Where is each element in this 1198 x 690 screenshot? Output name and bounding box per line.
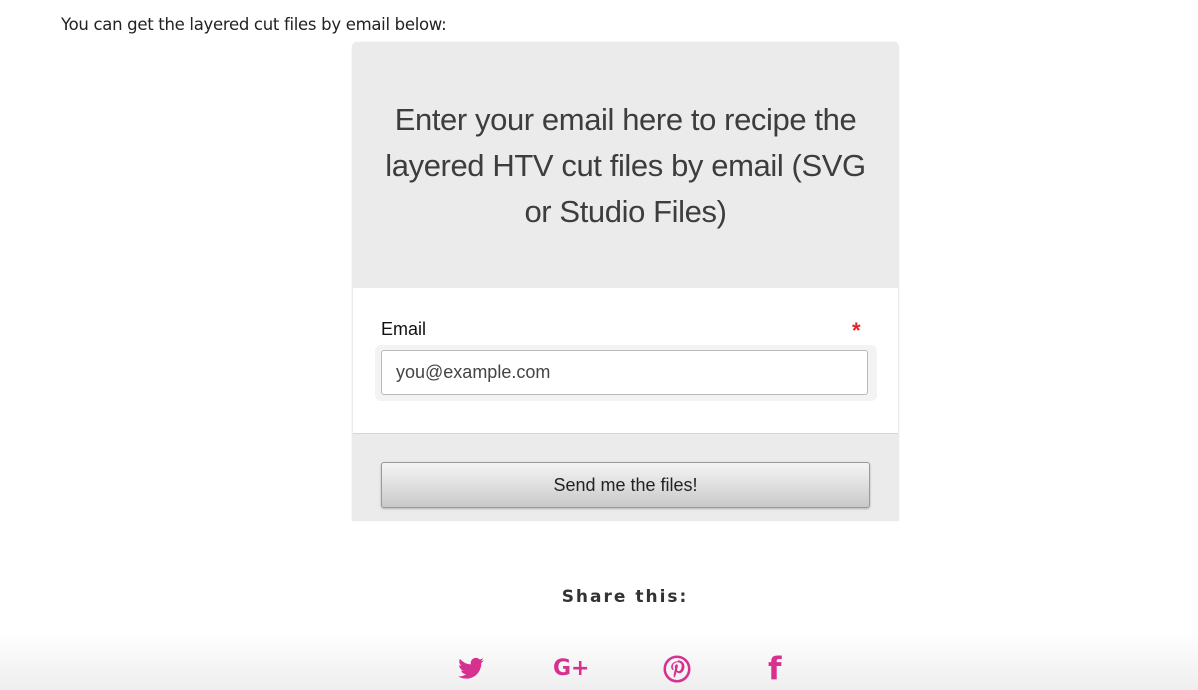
form-body: Email * [353,288,898,434]
email-label: Email [381,319,427,339]
email-input[interactable] [381,350,868,395]
email-signup-form: Enter your email here to recipe the laye… [352,42,899,521]
share-title: Share this: [561,587,689,607]
send-files-button[interactable]: Send me the files! [381,462,870,508]
share-bar: G+ f [0,632,1198,690]
intro-text: You can get the layered cut files by ema… [61,15,447,34]
google-plus-icon[interactable]: G+ [553,654,597,684]
facebook-icon[interactable]: f [768,654,788,685]
form-heading: Enter your email here to recipe the laye… [385,102,866,229]
form-header: Enter your email here to recipe the laye… [352,42,899,288]
pinterest-icon[interactable] [663,654,691,684]
required-asterisk: * [852,318,861,343]
email-field-wrapper [375,345,877,401]
twitter-icon[interactable] [457,654,485,684]
